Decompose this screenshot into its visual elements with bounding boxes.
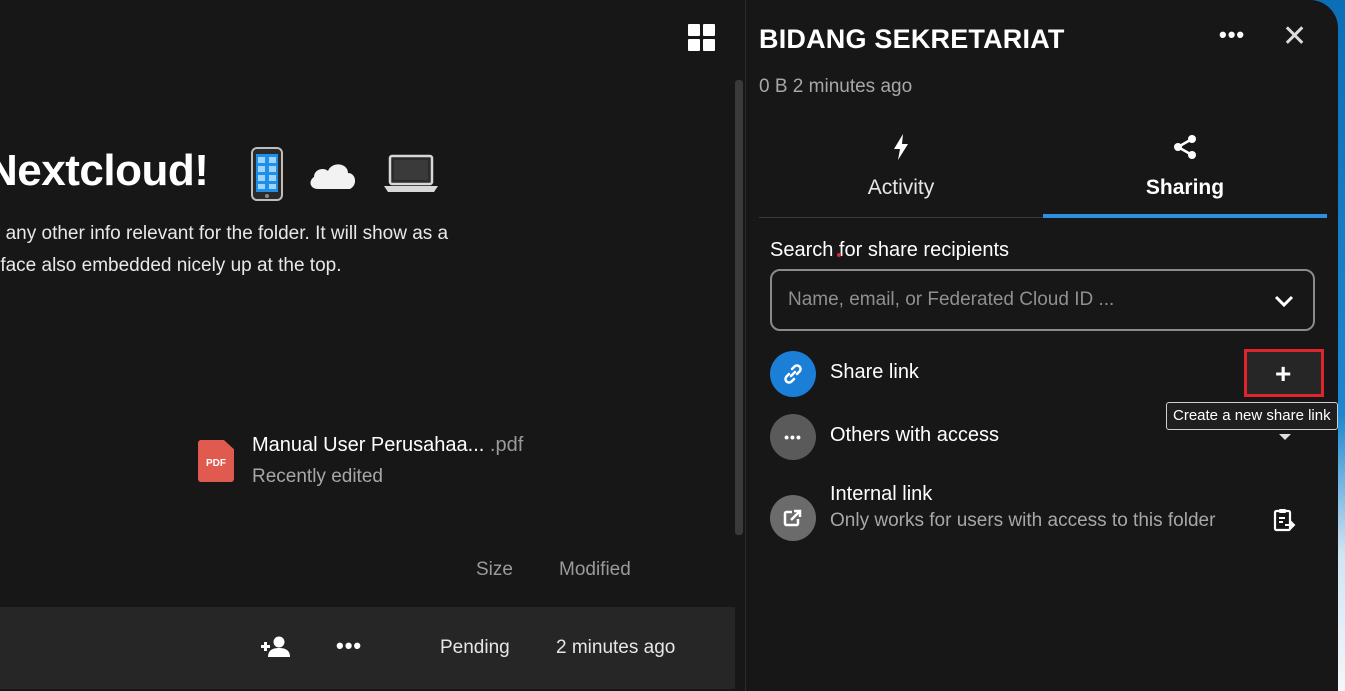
tab-sharing-label: Sharing xyxy=(1145,176,1225,199)
chevron-down-icon[interactable] xyxy=(1272,289,1296,313)
readme-emojis xyxy=(250,146,440,202)
tab-activity-label: Activity xyxy=(867,176,935,199)
external-link-icon xyxy=(783,509,802,527)
table-row[interactable]: ••• Pending 2 minutes ago xyxy=(0,607,735,689)
recent-file-basename: Manual User Perusahaa... xyxy=(252,434,485,456)
readme-text-line-2: rface also embedded nicely up at the top… xyxy=(0,255,342,276)
recent-file-card[interactable]: PDF Manual User Perusahaa... .pdf Recent… xyxy=(198,432,578,492)
recent-file-name: Manual User Perusahaa... .pdf xyxy=(252,434,523,457)
sidebar-file-meta: 0 B 2 minutes ago xyxy=(759,76,913,97)
row-actions-menu-icon[interactable]: ••• xyxy=(336,633,362,659)
expand-caret-icon[interactable] xyxy=(1279,434,1291,440)
share-link-label: Share link xyxy=(830,361,919,383)
tab-sharing[interactable]: Sharing xyxy=(1043,128,1327,218)
phone-icon xyxy=(251,147,283,201)
internal-link-entry: Internal link Only works for users with … xyxy=(770,483,1310,563)
pdf-file-icon: PDF xyxy=(198,440,234,482)
details-sidebar: BIDANG SEKRETARIAT ••• ✕ 0 B 2 minutes a… xyxy=(745,0,1338,691)
share-link-entry: Share link xyxy=(770,351,1310,399)
sidebar-more-actions-icon[interactable]: ••• xyxy=(1219,22,1245,48)
sidebar-close-icon[interactable]: ✕ xyxy=(1282,22,1307,52)
internal-link-subtitle: Only works for users with access to this… xyxy=(830,510,1216,531)
sidebar-title: BIDANG SEKRETARIAT xyxy=(759,24,1065,54)
link-icon xyxy=(784,364,802,384)
row-size-status: Pending xyxy=(440,637,510,658)
tab-activity[interactable]: Activity xyxy=(759,128,1043,218)
internal-link-title: Internal link xyxy=(830,483,933,505)
others-with-access-entry[interactable]: ••• Others with access xyxy=(770,414,1310,462)
add-share-link-button[interactable]: + xyxy=(1244,349,1324,397)
share-search-box[interactable] xyxy=(770,269,1315,331)
row-modified-time: 2 minutes ago xyxy=(556,637,676,658)
flash-icon xyxy=(894,134,908,160)
dots-icon: ••• xyxy=(784,429,802,445)
others-with-access-label: Others with access xyxy=(830,424,999,446)
plus-icon: + xyxy=(1275,358,1292,389)
cursor-marker xyxy=(837,253,841,257)
readme-text-line-1: r any other info relevant for the folder… xyxy=(0,223,449,244)
main-scrollbar[interactable] xyxy=(735,80,743,535)
share-link-avatar xyxy=(770,351,816,397)
share-search-input[interactable] xyxy=(788,271,1258,329)
column-header-modified[interactable]: Modified xyxy=(559,559,631,581)
sidebar-tabs: Activity Sharing xyxy=(759,128,1327,218)
column-header-size[interactable]: Size xyxy=(476,559,513,581)
grid-view-toggle-icon[interactable] xyxy=(688,24,716,52)
recent-file-extension: .pdf xyxy=(484,434,524,456)
share-search-label: Search for share recipients xyxy=(770,239,1010,261)
folder-readme-title: Nextcloud! xyxy=(0,146,209,195)
files-main-area: Nextcloud! r any other info relevant for… xyxy=(0,0,745,691)
share-icon xyxy=(1174,135,1196,159)
copy-clipboard-icon[interactable] xyxy=(1271,507,1297,533)
others-avatar: ••• xyxy=(770,414,816,460)
recent-file-subtitle: Recently edited xyxy=(252,466,383,487)
share-user-icon[interactable] xyxy=(260,635,290,659)
cloud-icon xyxy=(310,164,356,189)
laptop-icon xyxy=(384,154,438,192)
internal-link-avatar xyxy=(770,495,816,541)
